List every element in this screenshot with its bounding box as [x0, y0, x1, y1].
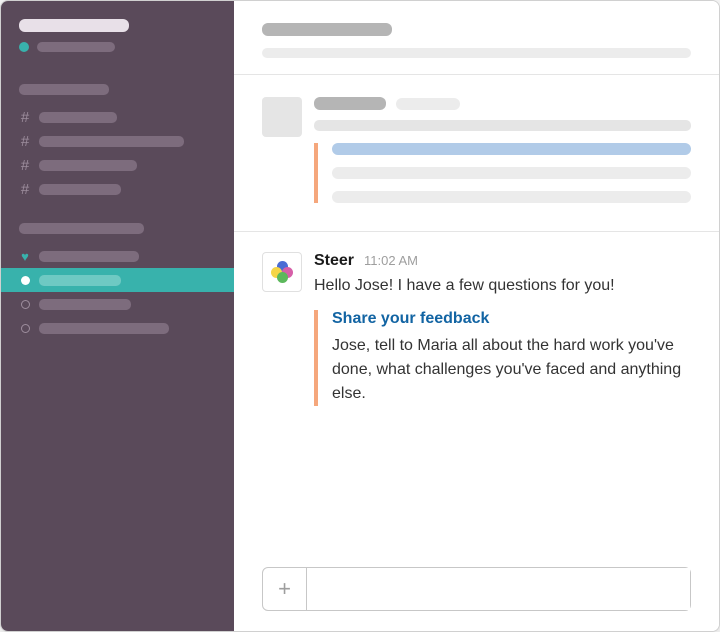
message-text: Hello Jose! I have a few questions for y… — [314, 274, 691, 298]
attachment-block: Share your feedback Jose, tell to Maria … — [314, 310, 691, 406]
message-header: Steer 11:02 AM — [314, 252, 691, 270]
channel-item[interactable]: # — [1, 129, 234, 153]
hash-icon: # — [19, 133, 31, 150]
message-list: Steer 11:02 AM Hello Jose! I have a few … — [234, 75, 719, 553]
dm-label — [39, 299, 131, 310]
dm-item-active[interactable] — [1, 268, 234, 292]
plus-icon: + — [278, 576, 291, 602]
workspace-status — [19, 42, 216, 52]
presence-online-icon — [21, 276, 30, 285]
channel-item[interactable]: # — [1, 105, 234, 129]
channel-header — [234, 1, 719, 75]
presence-indicator-icon — [19, 42, 29, 52]
channel-label — [39, 184, 121, 195]
avatar-placeholder — [262, 97, 302, 137]
message-header — [314, 97, 691, 110]
dm-label — [39, 251, 139, 262]
attachment-line-placeholder — [332, 167, 691, 179]
compose-box: + — [262, 567, 691, 611]
hash-icon: # — [19, 157, 31, 174]
workspace-header[interactable] — [1, 19, 234, 70]
presence-away-icon — [21, 300, 30, 309]
attachment-line-placeholder — [332, 191, 691, 203]
dm-item[interactable] — [1, 316, 234, 340]
message-body — [314, 97, 691, 215]
channel-item[interactable]: # — [1, 153, 234, 177]
time-placeholder — [396, 98, 460, 110]
channel-label — [39, 160, 137, 171]
channel-label — [39, 112, 117, 123]
steer-logo-icon — [271, 261, 293, 283]
channel-title-placeholder — [262, 23, 392, 36]
steer-avatar[interactable] — [262, 252, 302, 292]
attachment-title-link[interactable]: Share your feedback — [332, 310, 691, 328]
presence-away-icon — [21, 324, 30, 333]
workspace-name-placeholder — [19, 19, 129, 32]
text-line-placeholder — [314, 120, 691, 131]
channel-item[interactable]: # — [1, 177, 234, 201]
steer-message: Steer 11:02 AM Hello Jose! I have a few … — [234, 252, 719, 406]
channel-topic-placeholder — [262, 48, 691, 58]
sidebar: # # # # ♥ — [1, 1, 234, 631]
attachment-title-placeholder — [332, 143, 691, 155]
message-placeholder — [234, 97, 719, 215]
message-divider — [234, 231, 719, 232]
dm-item[interactable] — [1, 292, 234, 316]
message-input[interactable] — [307, 568, 690, 610]
slack-app-window: # # # # ♥ — [0, 0, 720, 632]
dms-section-label — [19, 223, 144, 234]
sender-placeholder — [314, 97, 386, 110]
channels-section-label — [19, 84, 109, 95]
dm-label — [39, 323, 169, 334]
compose-attach-button[interactable]: + — [263, 568, 307, 610]
message-body: Steer 11:02 AM Hello Jose! I have a few … — [314, 252, 691, 406]
compose-area: + — [234, 553, 719, 631]
current-user-placeholder — [37, 42, 115, 52]
dms-section: ♥ — [1, 209, 234, 348]
message-sender[interactable]: Steer — [314, 252, 354, 270]
heart-icon: ♥ — [19, 249, 31, 264]
dm-item[interactable]: ♥ — [1, 244, 234, 268]
dm-label — [39, 275, 121, 286]
message-time: 11:02 AM — [364, 253, 418, 268]
channels-section: # # # # — [1, 70, 234, 209]
main-panel: Steer 11:02 AM Hello Jose! I have a few … — [234, 1, 719, 631]
hash-icon: # — [19, 181, 31, 198]
hash-icon: # — [19, 109, 31, 126]
attachment-body: Jose, tell to Maria all about the hard w… — [332, 334, 691, 406]
attachment-placeholder — [314, 143, 691, 203]
channel-label — [39, 136, 184, 147]
